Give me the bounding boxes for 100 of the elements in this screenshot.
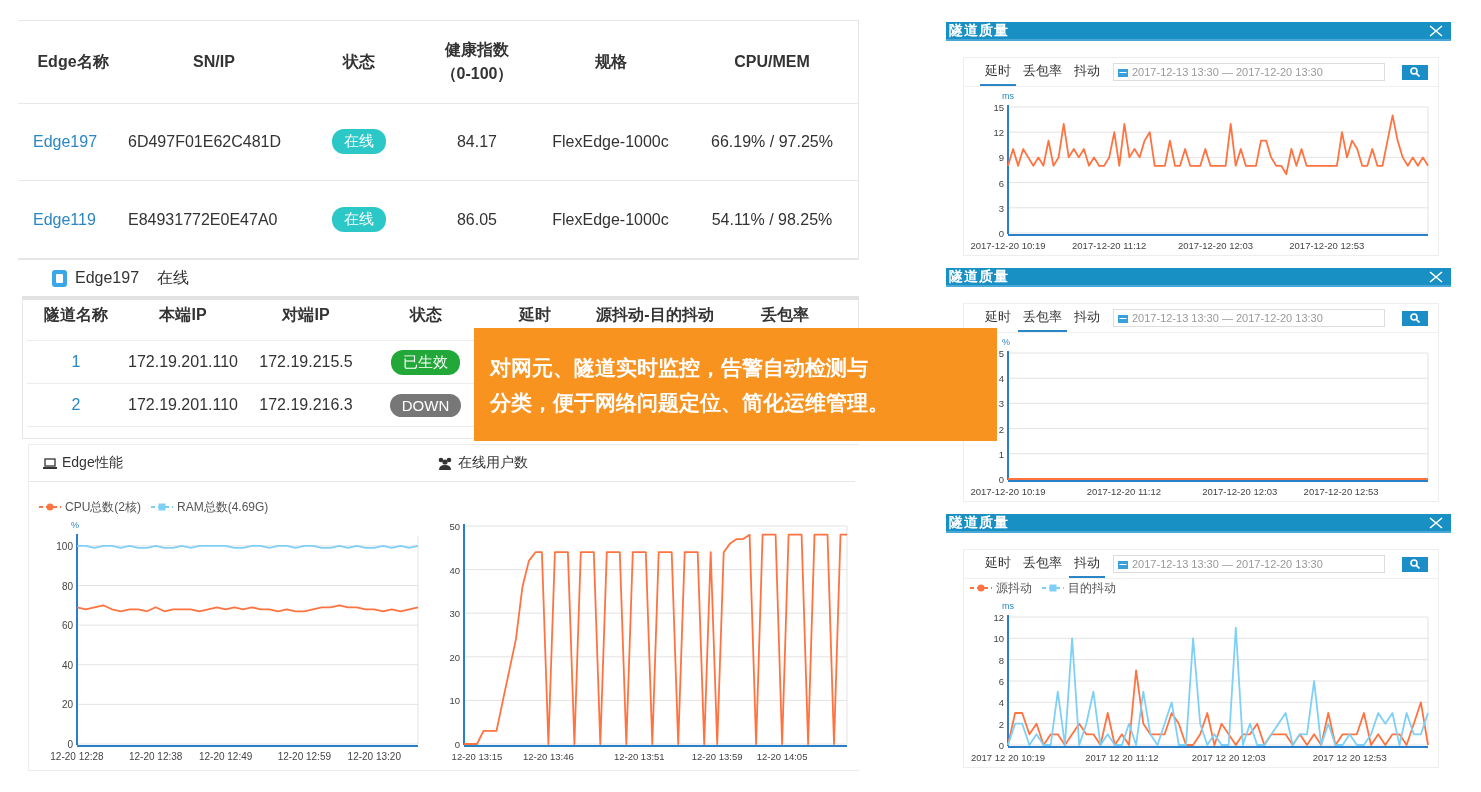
- chart-tab[interactable]: 抖动: [1069, 304, 1105, 332]
- edge-name: Edge197: [75, 269, 140, 287]
- table-cell-text: 66.19% / 97.25%: [710, 132, 834, 151]
- tick-label: 2017-12-20 12:03: [1202, 486, 1278, 497]
- tick-label: 1: [998, 448, 1004, 460]
- search-button[interactable]: [1402, 556, 1428, 572]
- column-header: 源抖动-目的抖动: [595, 305, 715, 324]
- column-header: 延时: [517, 305, 552, 324]
- chart-tab[interactable]: 抖动: [1069, 58, 1105, 86]
- table-cell-text: 84.17: [455, 132, 498, 151]
- column-header: 隧道名称: [43, 305, 109, 324]
- tick-label: 12-20 13:46: [523, 751, 574, 762]
- tick-label: 6: [998, 676, 1004, 687]
- axis-unit-label: ms: [1002, 91, 1014, 101]
- tick-label: 2017 12 20 12:53: [1312, 752, 1387, 763]
- tick-label: 12-20 13:51: [613, 751, 665, 762]
- tick-label: 100: [56, 540, 73, 552]
- legend-icon: [39, 503, 61, 511]
- users-icon: [437, 456, 453, 470]
- tick-label: 5: [998, 348, 1004, 359]
- tick-label: 80: [61, 580, 73, 592]
- close-icon[interactable]: [1429, 24, 1443, 37]
- table-cell-text: 54.11% / 98.25%: [710, 210, 834, 229]
- callout-text: 分类，便于网络问题定位、简化运维管理。: [490, 390, 890, 416]
- tick-label: 40: [449, 564, 460, 576]
- tick-label: 2017-12-20 12:53: [1289, 240, 1365, 251]
- edge-status: 在线: [157, 267, 190, 288]
- chart-tab[interactable]: 丢包率: [1018, 550, 1067, 578]
- panel-title: 隧道质量: [949, 513, 1009, 532]
- tick-label: 10: [993, 633, 1004, 645]
- tick-label: 2017-12-20 11:12: [1072, 240, 1147, 251]
- chart-tab[interactable]: 丢包率: [1018, 304, 1067, 332]
- status-badge: DOWN: [389, 393, 462, 417]
- chart-tab[interactable]: 延时: [980, 304, 1016, 332]
- edge-link[interactable]: Edge119: [18, 210, 128, 229]
- panel-title: Edge性能: [62, 454, 123, 472]
- device-icon: [52, 269, 67, 287]
- tick-label: 6: [998, 177, 1004, 189]
- legend-icon: [151, 503, 173, 511]
- column-header: 规格: [593, 51, 628, 72]
- tick-label: 12: [993, 612, 1004, 623]
- tick-label: 0: [998, 740, 1004, 751]
- calendar-icon: [1118, 67, 1128, 77]
- panel-title: 隧道质量: [949, 21, 1009, 40]
- calendar-icon: [1118, 559, 1128, 569]
- legend-label: 源抖动: [996, 579, 1032, 597]
- chart-tab[interactable]: 延时: [980, 58, 1016, 86]
- column-header: 丢包率: [760, 305, 810, 324]
- date-range: 2017-12-13 13:30 — 2017-12-20 13:30: [1132, 312, 1323, 324]
- table-cell-text: E84931772E0E47A0: [128, 210, 279, 229]
- tick-label: 3: [998, 202, 1004, 214]
- tick-label: 0: [998, 474, 1004, 485]
- table-cell-text: 172.19.201.110: [127, 396, 239, 414]
- callout-text: 对网元、隧道实时监控，告警自动检测与: [490, 355, 869, 381]
- status-badge: 已生效: [391, 349, 460, 375]
- search-button[interactable]: [1402, 64, 1428, 80]
- tick-label: 20: [61, 699, 73, 711]
- tick-label: 12-20 13:15: [451, 751, 503, 762]
- table-cell-text: 86.05: [455, 210, 498, 229]
- tick-label: 12-20 13:20: [347, 751, 401, 762]
- tick-label: 12-20 14:05: [756, 751, 808, 762]
- column-header: 健康指数 （0-100）: [439, 39, 515, 84]
- tick-label: 4: [998, 373, 1004, 385]
- tick-label: 2017-12-20 12:53: [1303, 486, 1379, 497]
- close-icon[interactable]: [1429, 516, 1443, 529]
- tick-label: 2017 12 20 10:19: [971, 752, 1045, 763]
- search-icon: [1410, 559, 1420, 569]
- legend-icon: [1042, 584, 1064, 592]
- column-header: 状态: [408, 305, 443, 324]
- chart-tab[interactable]: 抖动: [1069, 550, 1105, 578]
- chart-tab[interactable]: 延时: [980, 550, 1016, 578]
- close-icon[interactable]: [1429, 270, 1443, 283]
- chart-tab[interactable]: 丢包率: [1018, 58, 1067, 86]
- legend-icon: [970, 584, 992, 592]
- search-icon: [1410, 67, 1420, 77]
- tick-label: 60: [61, 620, 73, 632]
- date-range: 2017-12-13 13:30 — 2017-12-20 13:30: [1132, 558, 1323, 570]
- tick-label: 2: [998, 423, 1004, 435]
- tick-label: 12-20 12:59: [277, 751, 332, 762]
- table-cell-text: FlexEdge-1000c: [551, 132, 670, 151]
- status-badge: 在线: [332, 129, 386, 155]
- axis-unit-label: ms: [1002, 601, 1014, 611]
- search-button[interactable]: [1402, 310, 1428, 326]
- tick-label: 4: [998, 697, 1004, 709]
- column-header: Edge名称: [36, 51, 110, 72]
- tick-label: 40: [61, 659, 73, 671]
- axis-unit-label: %: [1002, 337, 1010, 347]
- tick-label: 10: [449, 695, 460, 707]
- tunnel-link[interactable]: 1: [27, 353, 125, 371]
- tick-label: 12: [993, 127, 1004, 139]
- legend-label: RAM总数(4.69G): [177, 498, 269, 516]
- table-cell-text: FlexEdge-1000c: [551, 210, 670, 229]
- panel-title: 隧道质量: [949, 267, 1009, 286]
- tick-label: 20: [449, 651, 460, 663]
- search-icon: [1410, 313, 1420, 323]
- panel-title: 在线用户数: [458, 454, 528, 472]
- tunnel-link[interactable]: 2: [27, 396, 125, 414]
- tick-label: 12-20 13:59: [691, 751, 743, 762]
- tick-label: 2017-12-20 10:19: [970, 240, 1046, 251]
- edge-link[interactable]: Edge197: [18, 132, 128, 151]
